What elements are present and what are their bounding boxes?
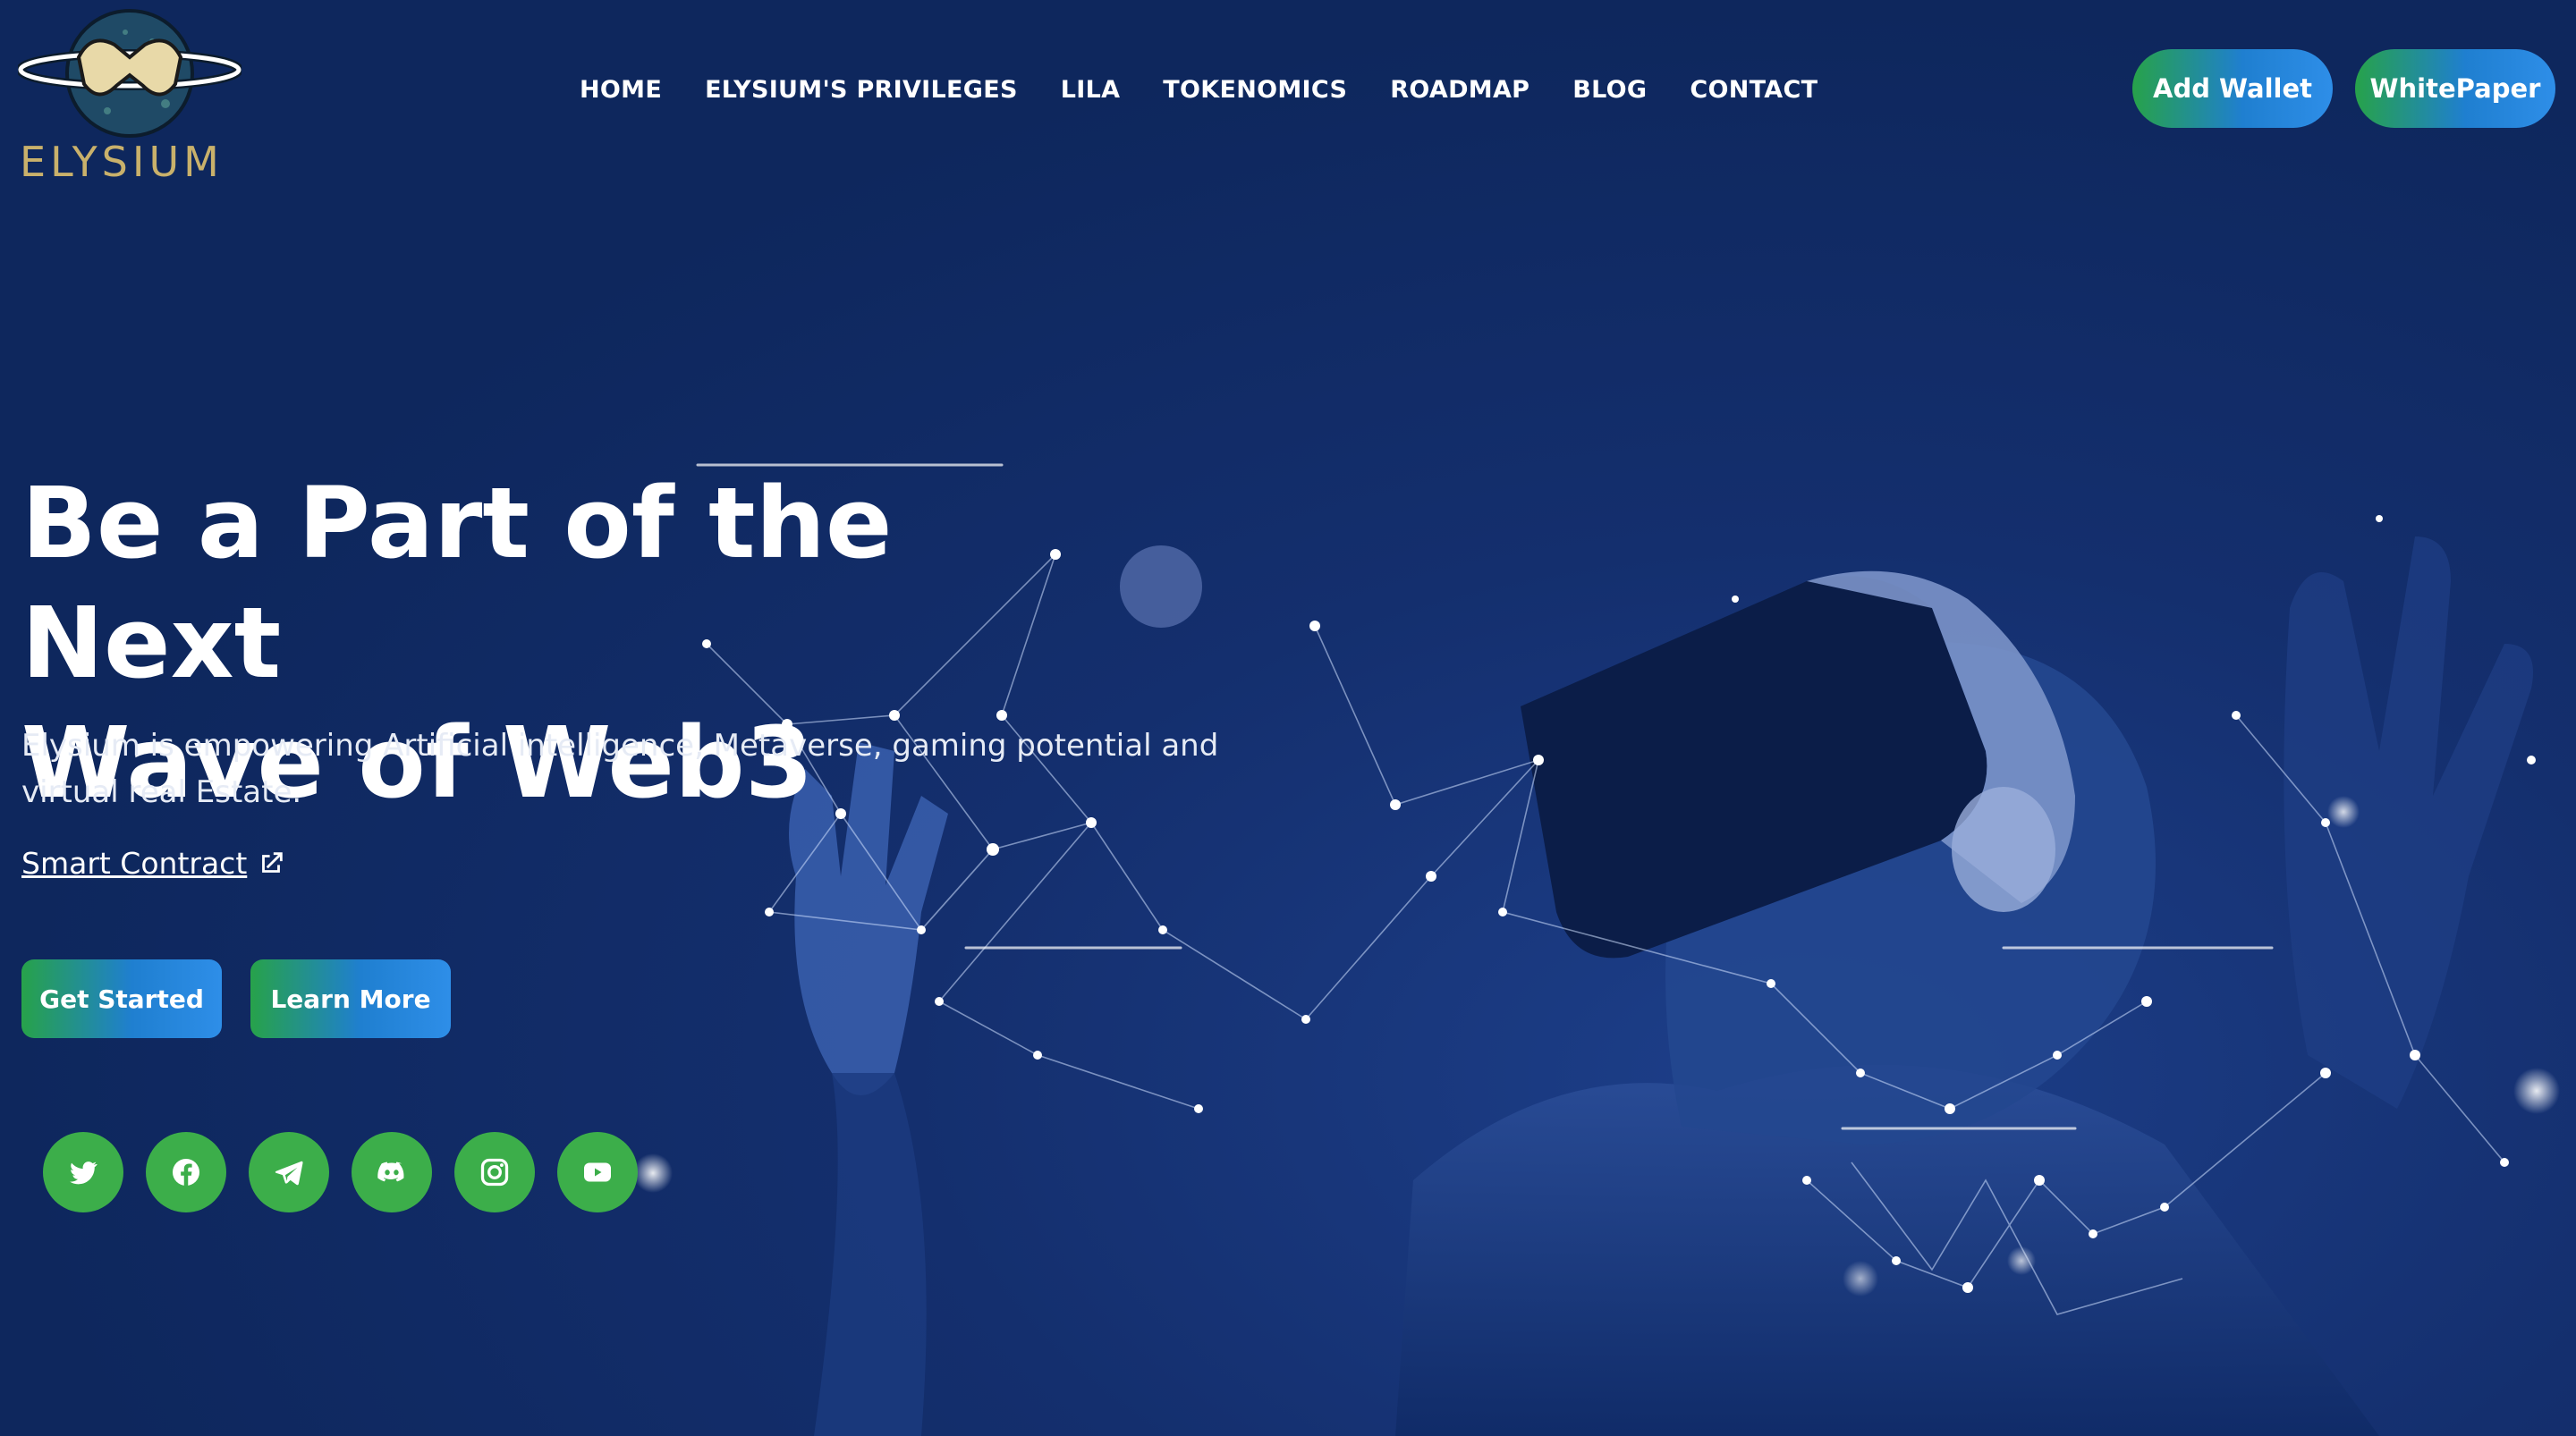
facebook-icon bbox=[173, 1159, 199, 1186]
twitter-icon bbox=[70, 1161, 97, 1185]
page: ELYSIUM HOME ELYSIUM'S PRIVILEGES LILA T… bbox=[0, 0, 2576, 1436]
nav-tokenomics[interactable]: TOKENOMICS bbox=[1163, 76, 1347, 104]
logo-wordmark: ELYSIUM bbox=[20, 138, 224, 186]
learn-more-button[interactable]: Learn More bbox=[250, 959, 451, 1038]
hero-title-line-1: Be a Part of the Next bbox=[21, 466, 893, 700]
add-wallet-button[interactable]: Add Wallet bbox=[2132, 49, 2333, 128]
telegram-icon bbox=[275, 1161, 303, 1186]
discord-icon bbox=[377, 1161, 404, 1182]
nav-contact[interactable]: CONTACT bbox=[1690, 76, 1818, 104]
hero-subtitle-line-2: virtual real Estate. bbox=[21, 774, 302, 810]
logo-emblem-icon bbox=[18, 9, 242, 138]
instagram-link[interactable] bbox=[454, 1132, 535, 1212]
nav-elysiums-privileges[interactable]: ELYSIUM'S PRIVILEGES bbox=[705, 76, 1018, 104]
discord-link[interactable] bbox=[352, 1132, 432, 1212]
nav-home[interactable]: HOME bbox=[580, 76, 662, 104]
external-link-icon bbox=[262, 851, 284, 873]
elysium-logo[interactable]: ELYSIUM bbox=[18, 5, 242, 186]
facebook-link[interactable] bbox=[146, 1132, 226, 1212]
nav-blog[interactable]: BLOG bbox=[1572, 76, 1647, 104]
smart-contract-link[interactable]: Smart Contract bbox=[21, 846, 286, 881]
instagram-icon bbox=[480, 1158, 509, 1187]
nav-lila[interactable]: LILA bbox=[1061, 76, 1121, 104]
twitter-link[interactable] bbox=[43, 1132, 123, 1212]
nav-roadmap[interactable]: ROADMAP bbox=[1390, 76, 1530, 104]
get-started-button[interactable]: Get Started bbox=[21, 959, 222, 1038]
hero-subtitle-line-1: Elysium is empowering Artificial intelli… bbox=[21, 728, 1219, 764]
smart-contract-label: Smart Contract bbox=[21, 846, 248, 881]
main-nav: HOME ELYSIUM'S PRIVILEGES LILA TOKENOMIC… bbox=[580, 72, 1860, 107]
telegram-link[interactable] bbox=[249, 1132, 329, 1212]
youtube-icon bbox=[584, 1162, 611, 1182]
hero-subtitle: Elysium is empowering Artificial intelli… bbox=[21, 722, 1274, 815]
social-links bbox=[43, 1132, 638, 1212]
youtube-link[interactable] bbox=[557, 1132, 638, 1212]
whitepaper-button[interactable]: WhitePaper bbox=[2355, 49, 2555, 128]
